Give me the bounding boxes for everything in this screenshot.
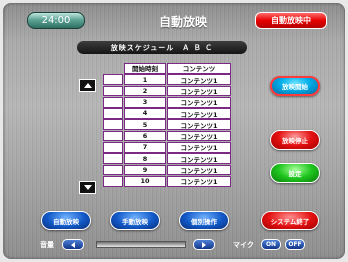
auto-broadcast-button[interactable]: 自動放映 [41, 211, 91, 230]
row-select-checkbox[interactable] [103, 164, 123, 176]
row-select-checkbox[interactable] [103, 142, 123, 153]
table-row[interactable]: 10 コンテンツ1 [103, 175, 232, 187]
row-number: 8 [124, 153, 166, 164]
table-row[interactable]: 1 コンテンツ1 [103, 74, 232, 85]
row-number: 6 [124, 130, 166, 142]
individual-operation-button[interactable]: 個別操作 [179, 211, 229, 230]
schedule-table: 開始時刻 コンテンツ 1 コンテンツ1 2 コンテンツ1 3 コンテンツ1 4 コンテンツ1 5… [103, 63, 232, 187]
row-select-checkbox[interactable] [103, 96, 123, 108]
column-header-start-time: 開始時刻 [124, 63, 166, 74]
row-content: コンテンツ1 [167, 96, 231, 108]
scroll-up-button[interactable] [79, 79, 96, 92]
row-content: コンテンツ1 [167, 142, 231, 153]
status-badge: 自動放映中 [255, 12, 327, 29]
table-row[interactable]: 3 コンテンツ1 [103, 96, 232, 108]
row-content: コンテンツ1 [167, 119, 231, 131]
table-row[interactable]: 4 コンテンツ1 [103, 108, 232, 119]
row-number: 9 [124, 164, 166, 176]
start-broadcast-button[interactable]: 放映開始 [270, 76, 320, 96]
settings-button[interactable]: 設定 [270, 163, 320, 183]
row-number: 10 [124, 175, 166, 187]
volume-down-button[interactable] [62, 239, 84, 250]
row-select-checkbox[interactable] [103, 74, 123, 85]
system-shutdown-button[interactable]: システム終了 [261, 211, 319, 230]
column-header-content: コンテンツ [167, 63, 231, 74]
table-row[interactable]: 5 コンテンツ1 [103, 119, 232, 131]
kiosk-panel: 24:00 自動放映 自動放映中 放映スケジュール Ａ Ｂ Ｃ 開始時刻 コンテ… [3, 3, 345, 259]
row-select-checkbox[interactable] [103, 119, 123, 131]
volume-up-button[interactable] [193, 239, 215, 250]
row-number: 1 [124, 74, 166, 85]
row-content: コンテンツ1 [167, 74, 231, 85]
page-title: 自動放映 [158, 15, 207, 29]
stop-broadcast-button[interactable]: 放映停止 [270, 130, 320, 150]
row-select-checkbox[interactable] [103, 153, 123, 164]
table-row[interactable]: 2 コンテンツ1 [103, 85, 232, 97]
mic-label: マイク [233, 241, 254, 249]
table-row[interactable]: 8 コンテンツ1 [103, 153, 232, 164]
row-content: コンテンツ1 [167, 85, 231, 97]
clock-display: 24:00 [27, 12, 85, 29]
row-select-checkbox[interactable] [103, 108, 123, 119]
row-select-checkbox[interactable] [103, 175, 123, 187]
scroll-down-button[interactable] [79, 181, 96, 194]
row-content: コンテンツ1 [167, 175, 231, 187]
table-row[interactable]: 6 コンテンツ1 [103, 130, 232, 142]
volume-label: 音量 [40, 241, 54, 249]
row-number: 2 [124, 85, 166, 97]
row-number: 7 [124, 142, 166, 153]
arrow-down-icon [83, 185, 92, 190]
arrow-left-icon [71, 241, 75, 248]
table-row[interactable]: 9 コンテンツ1 [103, 164, 232, 176]
row-number: 4 [124, 108, 166, 119]
row-select-checkbox[interactable] [103, 130, 123, 142]
row-content: コンテンツ1 [167, 130, 231, 142]
volume-slider[interactable] [96, 241, 186, 248]
mic-off-button[interactable]: OFF [285, 239, 305, 250]
row-number: 5 [124, 119, 166, 131]
table-header-row: 開始時刻 コンテンツ [103, 63, 232, 74]
row-content: コンテンツ1 [167, 108, 231, 119]
manual-broadcast-button[interactable]: 手動放映 [110, 211, 160, 230]
row-content: コンテンツ1 [167, 153, 231, 164]
arrow-up-icon [83, 83, 92, 88]
table-row[interactable]: 7 コンテンツ1 [103, 142, 232, 153]
row-content: コンテンツ1 [167, 164, 231, 176]
row-number: 3 [124, 96, 166, 108]
row-select-checkbox[interactable] [103, 85, 123, 97]
arrow-right-icon [202, 241, 206, 248]
schedule-header: 放映スケジュール Ａ Ｂ Ｃ [77, 41, 247, 54]
mic-on-button[interactable]: ON [261, 239, 281, 250]
